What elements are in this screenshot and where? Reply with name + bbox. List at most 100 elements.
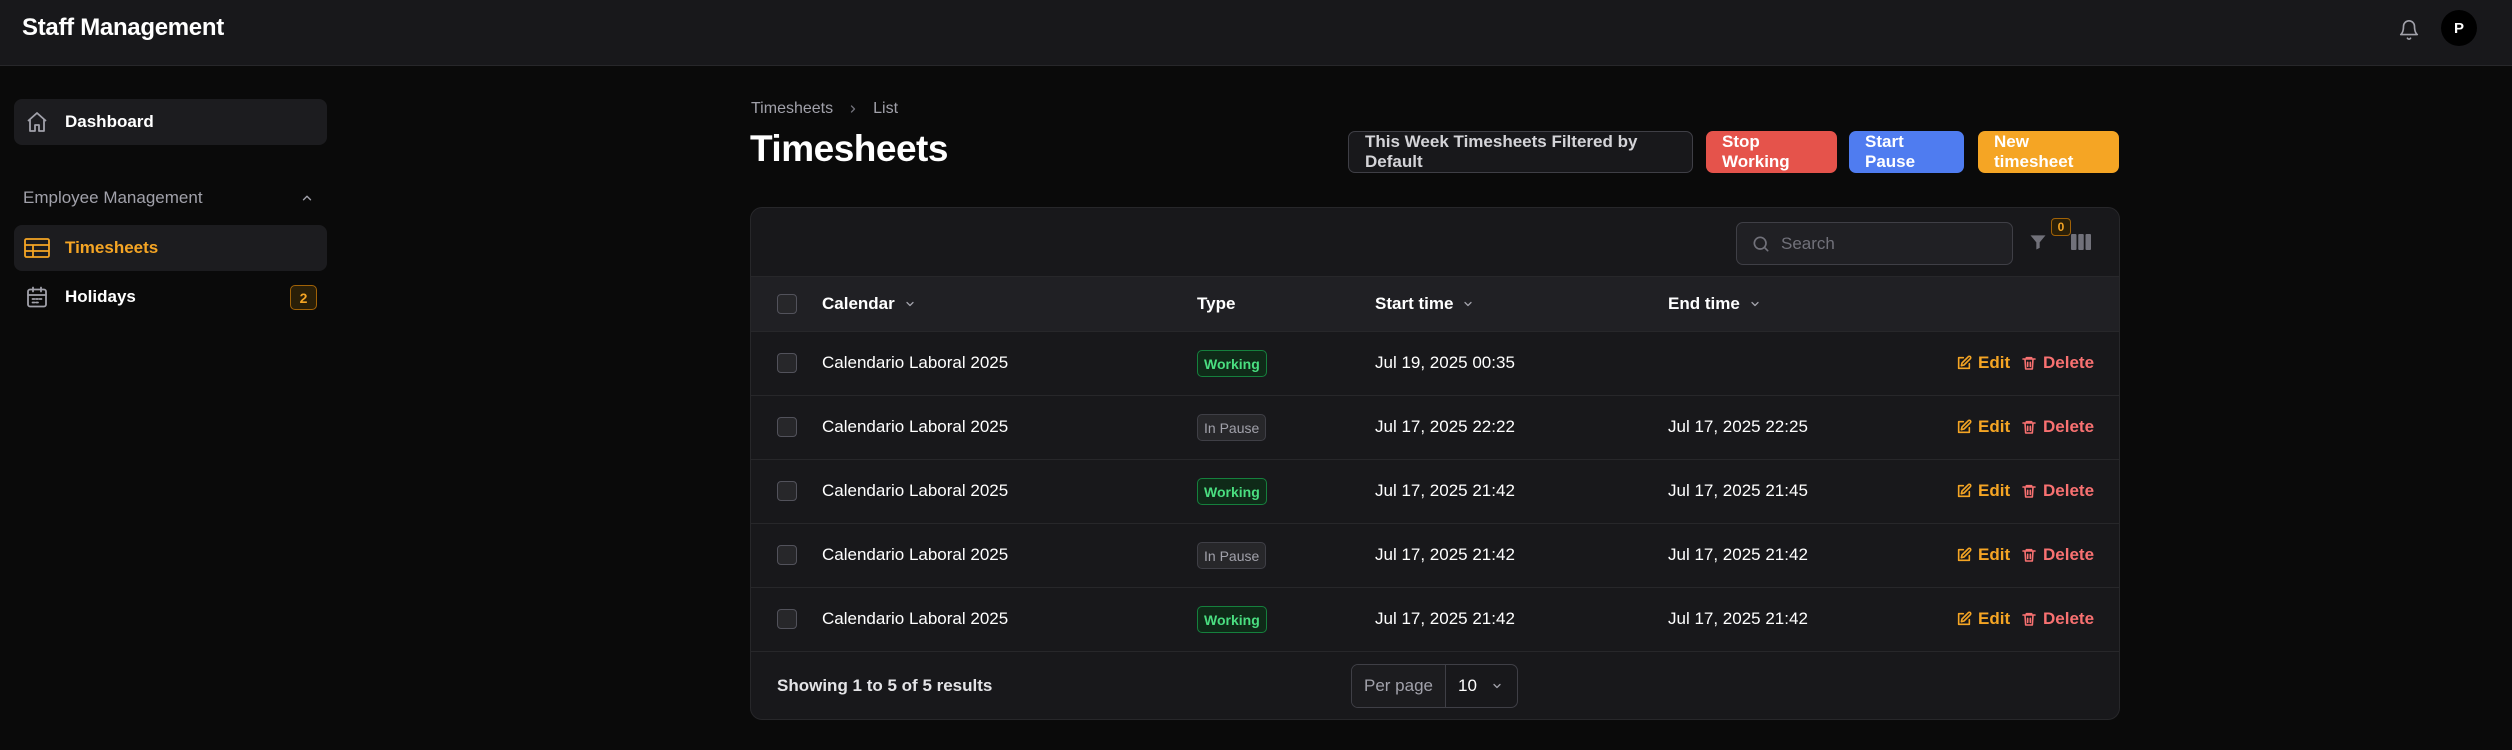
column-label: End time <box>1668 294 1740 313</box>
end-time-cell: Jul 17, 2025 22:25 <box>1668 417 1808 436</box>
trash-icon <box>2021 355 2037 371</box>
column-header-end-time[interactable]: End time <box>1668 294 1761 314</box>
breadcrumb-parent[interactable]: Timesheets <box>751 100 833 118</box>
delete-label: Delete <box>2043 481 2095 500</box>
start-pause-button[interactable]: Start Pause <box>1849 131 1964 173</box>
default-filter-button[interactable]: This Week Timesheets Filtered by Default <box>1348 131 1693 173</box>
delete-button[interactable]: Delete <box>2021 545 2094 565</box>
sidebar-item-timesheets[interactable]: Timesheets <box>14 225 327 271</box>
delete-label: Delete <box>2043 353 2095 372</box>
trash-icon <box>2021 419 2037 435</box>
calendar-icon <box>24 284 50 310</box>
edit-button[interactable]: Edit <box>1956 417 2010 437</box>
end-time-cell: Jul 17, 2025 21:45 <box>1668 481 1808 500</box>
columns-icon[interactable] <box>2069 230 2093 254</box>
home-icon <box>24 109 50 135</box>
row-checkbox[interactable] <box>777 609 797 629</box>
calendar-cell: Calendario Laboral 2025 <box>822 417 1009 436</box>
filter-count-badge: 0 <box>2051 218 2071 236</box>
status-badge: In Pause <box>1197 414 1267 441</box>
holidays-count-badge: 2 <box>290 285 317 310</box>
bell-icon[interactable] <box>2395 16 2423 44</box>
edit-label: Edit <box>1978 609 2011 628</box>
table-footer: Showing 1 to 5 of 5 results Per page 10 <box>751 653 2119 719</box>
calendar-cell: Calendario Laboral 2025 <box>822 609 1009 628</box>
row-checkbox[interactable] <box>777 545 797 565</box>
sidebar-item-dashboard[interactable]: Dashboard <box>14 99 327 145</box>
delete-label: Delete <box>2043 545 2095 564</box>
delete-button[interactable]: Delete <box>2021 481 2094 501</box>
edit-icon <box>1956 483 1972 499</box>
sidebar-item-label: Holidays <box>65 287 136 306</box>
row-checkbox[interactable] <box>777 481 797 501</box>
edit-icon <box>1956 547 1972 563</box>
search-input[interactable] <box>1781 233 2001 254</box>
per-page-number: 10 <box>1458 676 1477 695</box>
trash-icon <box>2021 547 2037 563</box>
column-header-calendar[interactable]: Calendar <box>822 294 916 314</box>
filter-icon[interactable] <box>2026 230 2050 254</box>
new-timesheet-button[interactable]: New timesheet <box>1978 131 2119 173</box>
calendar-cell: Calendario Laboral 2025 <box>822 353 1009 372</box>
delete-button[interactable]: Delete <box>2021 417 2094 437</box>
end-time-cell: Jul 17, 2025 21:42 <box>1668 545 1808 564</box>
sort-chevron-icon <box>1462 298 1474 310</box>
edit-icon <box>1956 419 1972 435</box>
column-header-start-time[interactable]: Start time <box>1375 294 1474 314</box>
table-row: Calendario Laboral 2025 In Pause Jul 17,… <box>751 524 2119 588</box>
table-toolbar: 0 <box>751 208 2119 276</box>
edit-button[interactable]: Edit <box>1956 609 2010 629</box>
row-checkbox[interactable] <box>777 353 797 373</box>
row-checkbox[interactable] <box>777 417 797 437</box>
results-summary: Showing 1 to 5 of 5 results <box>777 676 993 695</box>
chevron-up-icon[interactable] <box>297 188 317 208</box>
delete-label: Delete <box>2043 417 2095 436</box>
edit-label: Edit <box>1978 353 2011 372</box>
sidebar-item-holidays[interactable]: Holidays 2 <box>14 274 327 320</box>
timesheets-table-card: 0 Calendar Type Start time End time Cale… <box>750 207 2120 720</box>
top-bar: Staff Management P <box>0 0 2512 66</box>
search-icon <box>1751 234 1771 254</box>
trash-icon <box>2021 611 2037 627</box>
calendar-cell: Calendario Laboral 2025 <box>822 545 1009 564</box>
stop-working-button[interactable]: Stop Working <box>1706 131 1837 173</box>
avatar[interactable]: P <box>2441 10 2477 46</box>
per-page-label: Per page <box>1352 665 1446 707</box>
delete-button[interactable]: Delete <box>2021 353 2094 373</box>
start-time-cell: Jul 19, 2025 00:35 <box>1375 353 1515 372</box>
table-row: Calendario Laboral 2025 Working Jul 17, … <box>751 460 2119 524</box>
select-all-checkbox[interactable] <box>777 294 797 314</box>
edit-label: Edit <box>1978 481 2011 500</box>
edit-label: Edit <box>1978 417 2011 436</box>
start-time-cell: Jul 17, 2025 21:42 <box>1375 609 1515 628</box>
chevron-down-icon <box>1491 680 1503 692</box>
search-field[interactable] <box>1736 222 2013 265</box>
column-label: Calendar <box>822 294 895 313</box>
column-header-type: Type <box>1197 294 1235 314</box>
edit-label: Edit <box>1978 545 2011 564</box>
table-row: Calendario Laboral 2025 Working Jul 19, … <box>751 332 2119 396</box>
status-badge: Working <box>1197 606 1267 633</box>
app-title: Staff Management <box>22 14 224 41</box>
edit-button[interactable]: Edit <box>1956 353 2010 373</box>
table-row: Calendario Laboral 2025 Working Jul 17, … <box>751 588 2119 652</box>
table-row: Calendario Laboral 2025 In Pause Jul 17,… <box>751 396 2119 460</box>
edit-icon <box>1956 611 1972 627</box>
start-time-cell: Jul 17, 2025 21:42 <box>1375 545 1515 564</box>
trash-icon <box>2021 483 2037 499</box>
edit-button[interactable]: Edit <box>1956 481 2010 501</box>
delete-label: Delete <box>2043 609 2095 628</box>
edit-button[interactable]: Edit <box>1956 545 2010 565</box>
sort-chevron-icon <box>1749 298 1761 310</box>
status-badge: In Pause <box>1197 542 1267 569</box>
column-label: Start time <box>1375 294 1454 313</box>
column-label: Type <box>1197 294 1236 313</box>
per-page-value[interactable]: 10 <box>1446 665 1517 707</box>
per-page-select[interactable]: Per page 10 <box>1351 664 1518 708</box>
sidebar-group-label: Employee Management <box>23 188 203 207</box>
chevron-right-icon <box>847 103 859 115</box>
sort-chevron-icon <box>904 298 916 310</box>
edit-icon <box>1956 355 1972 371</box>
calendar-cell: Calendario Laboral 2025 <box>822 481 1009 500</box>
delete-button[interactable]: Delete <box>2021 609 2094 629</box>
